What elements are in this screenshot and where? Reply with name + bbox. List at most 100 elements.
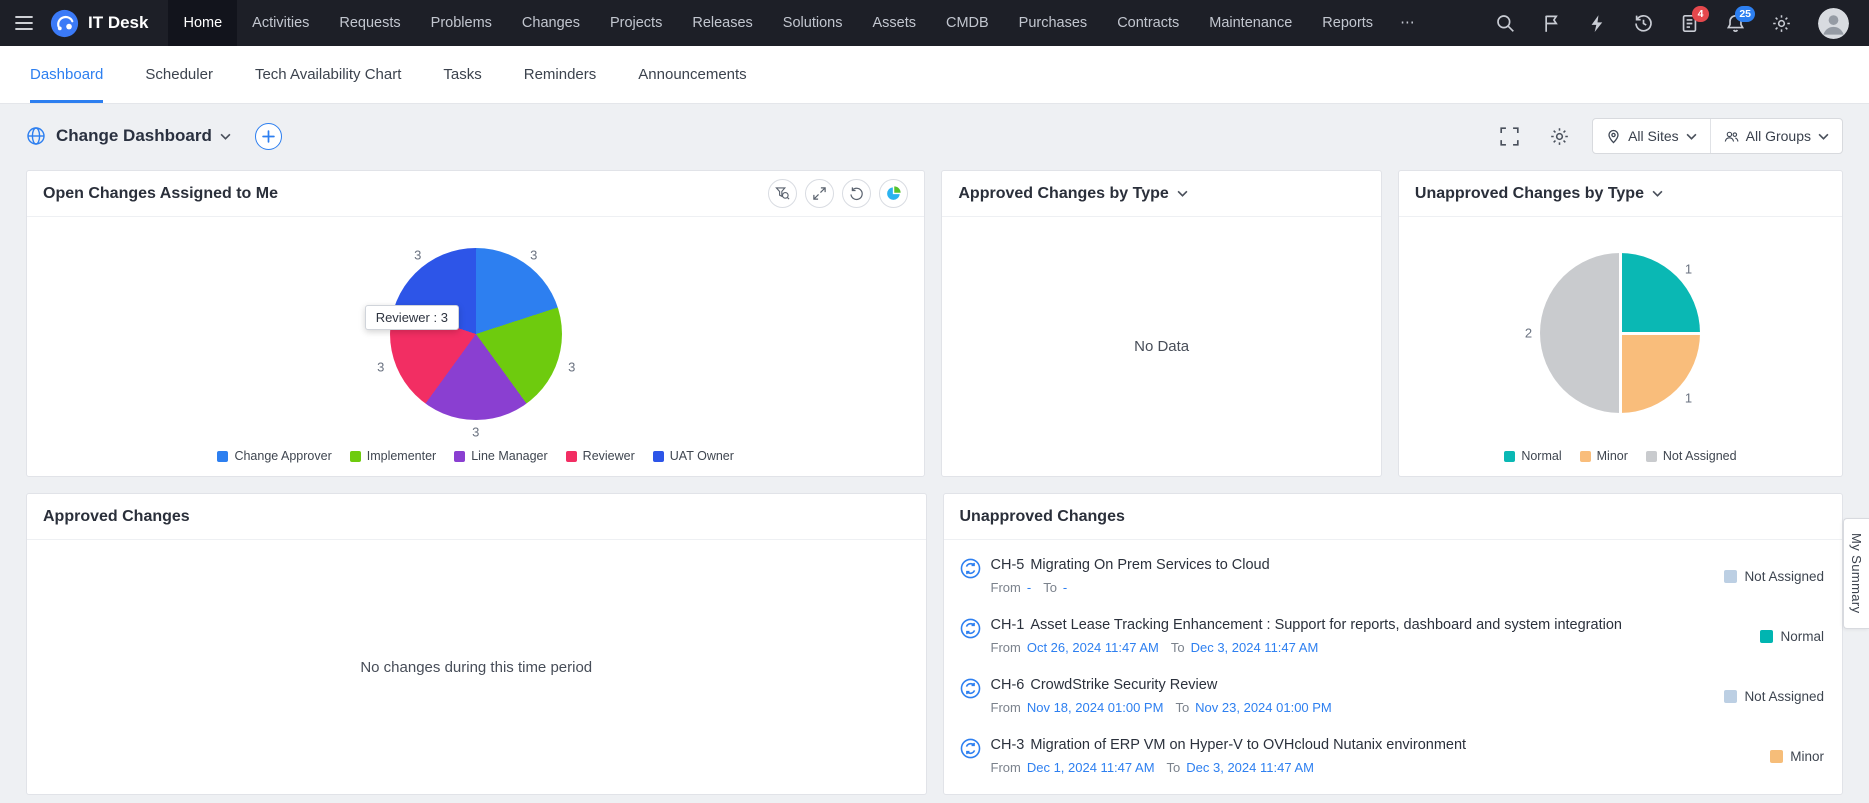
refresh-button[interactable] <box>842 179 871 208</box>
change-id[interactable]: CH-3 <box>991 737 1025 753</box>
card-title-dropdown[interactable]: Approved Changes by Type <box>958 185 1187 203</box>
tab-reminders[interactable]: Reminders <box>524 46 597 103</box>
unapproved-by-type-pie-chart[interactable]: 1 1 2 <box>1520 233 1720 433</box>
nav-item-purchases[interactable]: Purchases <box>1004 0 1103 46</box>
tab-dashboard[interactable]: Dashboard <box>30 46 103 103</box>
change-list-item[interactable]: CH-1 Asset Lease Tracking Enhancement : S… <box>944 606 1843 666</box>
legend-item[interactable]: Change Approver <box>217 449 331 463</box>
pie-value-not-assigned: 2 <box>1525 326 1532 341</box>
change-id[interactable]: CH-1 <box>991 617 1025 633</box>
fullscreen-button[interactable] <box>1492 119 1526 153</box>
nav-item-contracts[interactable]: Contracts <box>1102 0 1194 46</box>
expand-button[interactable] <box>805 179 834 208</box>
nav-item-maintenance[interactable]: Maintenance <box>1194 0 1307 46</box>
nav-item-solutions[interactable]: Solutions <box>768 0 858 46</box>
settings-gear-icon[interactable] <box>1772 14 1791 33</box>
history-icon[interactable] <box>1634 14 1653 33</box>
to-label: To <box>1043 580 1057 595</box>
add-dashboard-button[interactable] <box>255 123 282 150</box>
tab-announcements[interactable]: Announcements <box>638 46 746 103</box>
to-label: To <box>1175 700 1189 715</box>
pie-value-implementer: 3 <box>568 360 575 375</box>
dashboard-settings-button[interactable] <box>1542 119 1576 153</box>
nav-item-changes[interactable]: Changes <box>507 0 595 46</box>
dashboard-selector[interactable]: Change Dashboard <box>56 126 231 146</box>
app-brand[interactable]: IT Desk <box>48 0 168 46</box>
to-label: To <box>1167 760 1181 775</box>
pie-open-changes[interactable] <box>390 248 562 420</box>
legend-item[interactable]: Normal <box>1504 449 1561 463</box>
change-title[interactable]: Asset Lease Tracking Enhancement : Suppo… <box>1030 617 1622 633</box>
priority-label: Not Assigned <box>1744 689 1824 704</box>
change-title[interactable]: Migrating On Prem Services to Cloud <box>1030 557 1269 573</box>
card-title: Open Changes Assigned to Me <box>43 185 278 203</box>
approvals-badge: 4 <box>1692 6 1709 22</box>
flag-icon[interactable] <box>1542 14 1561 33</box>
change-title[interactable]: CrowdStrike Security Review <box>1030 677 1217 693</box>
legend-item[interactable]: Implementer <box>350 449 436 463</box>
pie-value-normal: 1 <box>1685 262 1692 277</box>
nav-more-button[interactable]: ⋯ <box>1388 0 1429 46</box>
change-list-item[interactable]: CH-3 Migration of ERP VM on Hyper-V to OV… <box>944 726 1843 786</box>
lightning-icon[interactable] <box>1588 14 1607 33</box>
my-summary-tab[interactable]: My Summary <box>1843 518 1869 629</box>
change-id[interactable]: CH-5 <box>991 557 1025 573</box>
to-date: Nov 23, 2024 01:00 PM <box>1195 700 1332 715</box>
nav-item-projects[interactable]: Projects <box>595 0 677 46</box>
nav-item-problems[interactable]: Problems <box>416 0 507 46</box>
priority-label: Normal <box>1780 629 1824 644</box>
legend-swatch <box>454 451 465 462</box>
nav-item-home[interactable]: Home <box>168 0 237 46</box>
users-icon <box>1724 129 1739 144</box>
tab-tech-availability-chart[interactable]: Tech Availability Chart <box>255 46 401 103</box>
notifications-badge: 25 <box>1735 6 1755 22</box>
notifications-bell-icon[interactable]: 25 <box>1726 14 1745 33</box>
groups-filter[interactable]: All Groups <box>1711 128 1842 144</box>
search-icon[interactable] <box>1496 14 1515 33</box>
legend-item[interactable]: UAT Owner <box>653 449 734 463</box>
nav-item-assets[interactable]: Assets <box>857 0 931 46</box>
expand-icon <box>812 186 827 201</box>
legend-item[interactable]: Reviewer <box>566 449 635 463</box>
tab-scheduler[interactable]: Scheduler <box>145 46 213 103</box>
no-changes-text: No changes during this time period <box>360 540 592 794</box>
chart-type-button[interactable] <box>879 179 908 208</box>
pie-value-uat-owner: 3 <box>414 248 421 263</box>
change-title[interactable]: Migration of ERP VM on Hyper-V to OVHclo… <box>1030 737 1466 753</box>
from-date: Oct 26, 2024 11:47 AM <box>1027 640 1159 655</box>
approvals-icon[interactable]: 4 <box>1680 14 1699 33</box>
legend-swatch <box>1646 451 1657 462</box>
pie-chart-icon <box>886 186 901 201</box>
change-list-item[interactable]: CH-5Migrating On Prem Services to Cloud … <box>944 546 1843 606</box>
change-list-item[interactable]: CH-6CrowdStrike Security Review FromNov … <box>944 666 1843 726</box>
nav-item-cmdb[interactable]: CMDB <box>931 0 1004 46</box>
nav-item-requests[interactable]: Requests <box>324 0 415 46</box>
tab-tasks[interactable]: Tasks <box>443 46 481 103</box>
groups-filter-label: All Groups <box>1746 128 1811 144</box>
open-changes-pie-chart[interactable]: 3 3 3 3 3 Reviewer : 3 <box>371 229 581 439</box>
nav-item-reports[interactable]: Reports <box>1307 0 1388 46</box>
change-id[interactable]: CH-6 <box>991 677 1025 693</box>
from-date: - <box>1027 580 1031 595</box>
slice-gap <box>1620 332 1702 335</box>
sites-filter[interactable]: All Sites <box>1593 128 1710 144</box>
app-logo-icon <box>50 9 79 38</box>
to-date: Dec 3, 2024 11:47 AM <box>1186 760 1314 775</box>
change-icon <box>960 678 981 699</box>
filter-search-button[interactable] <box>768 179 797 208</box>
user-avatar[interactable] <box>1818 8 1849 39</box>
hamburger-icon <box>15 16 33 30</box>
legend-item[interactable]: Line Manager <box>454 449 547 463</box>
legend-item[interactable]: Minor <box>1580 449 1628 463</box>
change-icon <box>960 618 981 639</box>
pie-value-reviewer: 3 <box>377 360 384 375</box>
card-open-changes-assigned: Open Changes Assigned to Me <box>26 170 925 477</box>
hamburger-menu-button[interactable] <box>0 0 48 46</box>
pie-value-minor: 1 <box>1685 391 1692 406</box>
nav-item-activities[interactable]: Activities <box>237 0 324 46</box>
legend-item[interactable]: Not Assigned <box>1646 449 1737 463</box>
sites-filter-label: All Sites <box>1628 128 1679 144</box>
card-title-dropdown[interactable]: Unapproved Changes by Type <box>1415 185 1663 203</box>
nav-item-releases[interactable]: Releases <box>677 0 767 46</box>
pie-value-change-approver: 3 <box>530 248 537 263</box>
